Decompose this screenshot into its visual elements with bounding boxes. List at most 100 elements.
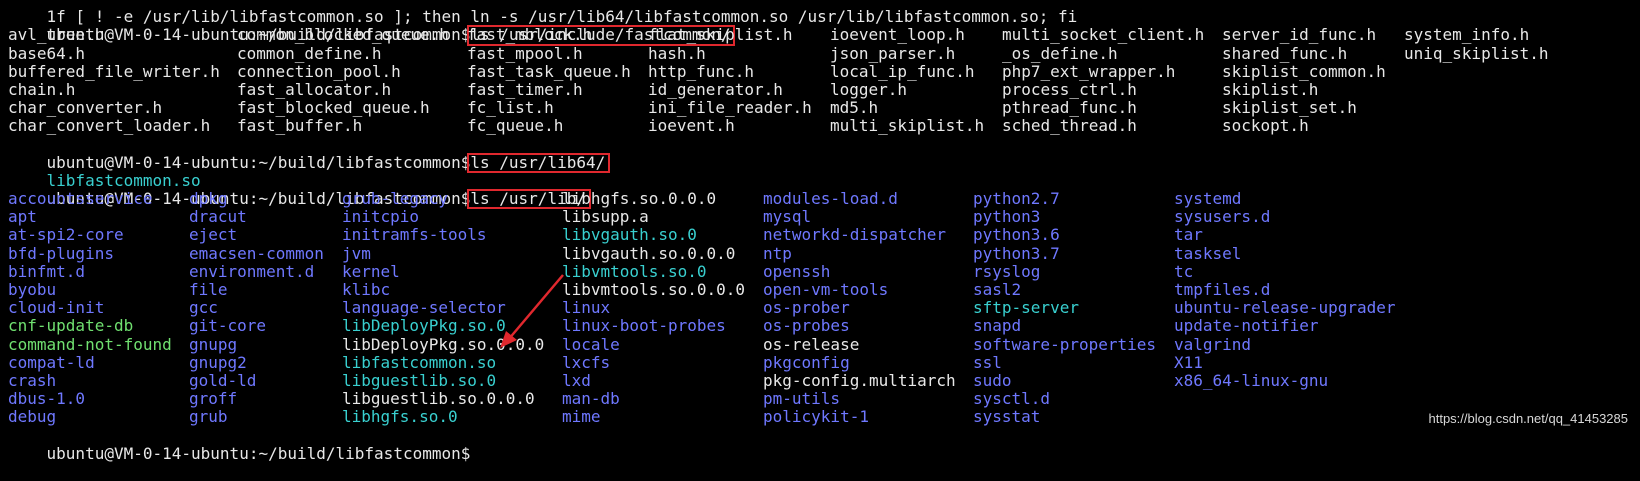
- lib-entry-dir: networkd-dispatcher: [763, 225, 947, 245]
- lib-entry-dir: initcpio: [342, 207, 420, 227]
- header-file-entry: json_parser.h: [830, 43, 956, 63]
- lib-listing-row: crash gold-ld libguestlib.so.0 lxd pkg-confi…: [8, 370, 1640, 390]
- include-listing-row: char_converter.h fast_blocked_queue.h fc_l…: [8, 98, 1640, 118]
- header-file-entry: multi_skiplist.h: [830, 116, 985, 136]
- header-file-entry: hash.h: [648, 43, 706, 63]
- lib-entry-file: libvgauth.so.0.0.0: [562, 243, 736, 263]
- lib-entry-dir: sysusers.d: [1174, 207, 1271, 227]
- terminal-line-prompt-2: ubuntu@VM-0-14-ubuntu:~/build/libfastcom…: [8, 136, 1640, 173]
- header-file-entry: shared_func.h: [1222, 43, 1348, 63]
- lib-listing-row: at-spi2-core eject initramfs-tools libvgaut…: [8, 226, 1640, 244]
- lib-listing-row: binfmt.d environment.d kernel libvmtools.so…: [8, 262, 1640, 281]
- lib-listing-row: bfd-plugins emacsen-common jvm libvgauth.so…: [8, 243, 1640, 263]
- lib-entry-file: libvmtools.so.0.0.0: [562, 280, 746, 299]
- lib-entry-dir: os-probes: [763, 316, 850, 336]
- lib-listing-row: compat-ld gnupg2 libfastcommon.so lxcfs pkgc…: [8, 352, 1640, 372]
- lib-entry-dir: grub: [189, 407, 228, 427]
- header-file-entry: fast_blocked_queue.h: [237, 98, 430, 118]
- lib-entry-dir: gnupg2: [189, 352, 247, 372]
- lib-entry-dir: python3.6: [973, 225, 1060, 245]
- lib-entry-dir: eject: [189, 225, 238, 245]
- lib-entry-dir: dracut: [189, 207, 247, 227]
- header-file-entry: common_define.h: [237, 43, 382, 63]
- lib-entry-link: libvgauth.so.0: [562, 225, 697, 245]
- lib-entry-dir: tmpfiles.d: [1174, 280, 1271, 299]
- lib-entry-dir: policykit-1: [763, 407, 869, 427]
- lib-entry-dir: locale: [562, 334, 620, 354]
- lib-entry-dir: grub-legacy: [342, 189, 448, 209]
- header-file-entry: system_info.h: [1404, 25, 1530, 45]
- lib-entry-dir: sudo: [973, 370, 1012, 390]
- lib-listing-row: apt dracut initcpio libsupp.a mysql python3 sy…: [8, 208, 1640, 226]
- lib-entry-dir: at-spi2-core: [8, 225, 124, 245]
- header-file-entry: pthread_func.h: [1002, 98, 1137, 118]
- lib-entry-dir: mysql: [763, 207, 812, 227]
- terminal-line-top-clipped: 1f [ ! -e /usr/lib/libfastcommon.so ]; t…: [8, 0, 1640, 26]
- lib-entry-dir: language-selector: [342, 298, 506, 318]
- lib-entry-dir: sasl2: [973, 280, 1022, 299]
- header-file-entry: ioevent_loop.h: [830, 25, 965, 45]
- lib-entry-link: sftp-server: [973, 298, 1079, 318]
- header-file-entry: process_ctrl.h: [1002, 79, 1137, 99]
- lib-entry-dir: klibc: [342, 280, 391, 299]
- lib-entry-dir: tar: [1174, 225, 1203, 245]
- include-listing-row: char_convert_loader.h fast_buffer.h fc_que…: [8, 117, 1640, 135]
- header-file-entry: fc_queue.h: [467, 116, 564, 136]
- lib-entry-file: os-release: [763, 334, 860, 354]
- header-file-entry: common_blocked_queue.h: [237, 25, 449, 45]
- lib-entry-dir: debug: [8, 407, 57, 427]
- lib-entry-dir: update-notifier: [1174, 316, 1319, 336]
- header-file-entry: ini_file_reader.h: [648, 98, 812, 118]
- include-listing-row: chain.h fast_allocator.h fast_timer.h id_ge…: [8, 79, 1640, 99]
- header-file-entry: sched_thread.h: [1002, 116, 1137, 136]
- lib-entry-dir: compat-ld: [8, 352, 95, 372]
- header-file-entry: chain.h: [8, 79, 76, 99]
- header-file-entry: logger.h: [830, 79, 908, 99]
- lib-entry-dir: gold-ld: [189, 370, 257, 390]
- lib-entry-dir: gcc: [189, 298, 218, 318]
- lib-listing-row: cnf-update-db git-core libDeployPkg.so.0 li…: [8, 317, 1640, 335]
- lib-entry-link: libDeployPkg.so.0: [342, 316, 506, 336]
- include-listing-row: buffered_file_writer.h connection_pool.h f…: [8, 61, 1640, 81]
- lib-entry-dir: lxd: [562, 370, 591, 390]
- lib-entry-dir: systemd: [1174, 189, 1242, 209]
- lib-entry-dir: file: [189, 280, 228, 299]
- header-file-entry: fc_list.h: [467, 98, 554, 118]
- lib-entry-dir: apt: [8, 207, 37, 227]
- lib-entry-dir: man-db: [562, 389, 620, 409]
- lib-entry-dir: ubuntu-release-upgrader: [1174, 298, 1396, 318]
- terminal-line-prompt-3: ubuntu@VM-0-14-ubuntu:~/build/libfastcom…: [8, 172, 1640, 210]
- lib-entry-dir: gnupg: [189, 334, 238, 354]
- header-file-entry: skiplist.h: [1222, 79, 1319, 99]
- lib-entry-dir: python3: [973, 207, 1041, 227]
- header-file-entry: fast_task_queue.h: [467, 61, 631, 81]
- lib-entry-dir: pkgconfig: [763, 352, 850, 372]
- lib-entry-dir: python3.7: [973, 243, 1060, 263]
- header-file-entry: avl_tree.h: [8, 25, 105, 45]
- lib-entry-dir: X11: [1174, 352, 1203, 372]
- lib-listing: accountsservice dpkg grub-legacy libhgfs.so…: [8, 189, 1640, 426]
- include-listing-row: base64.h common_define.h fast_mpool.h hash.…: [8, 43, 1640, 63]
- lib-entry-dir: accountsservice: [8, 189, 153, 209]
- header-file-entry: ioevent.h: [648, 116, 735, 136]
- header-file-entry: http_func.h: [648, 61, 754, 81]
- lib-entry-dir: emacsen-common: [189, 243, 324, 263]
- header-file-entry: flat_skiplist.h: [648, 25, 793, 45]
- lib-entry-file: libguestlib.so.0.0.0: [342, 389, 535, 409]
- lib-entry-dir: modules-load.d: [763, 189, 898, 209]
- lib-entry-link: libguestlib.so.0: [342, 370, 497, 390]
- header-file-entry: skiplist_set.h: [1222, 98, 1357, 118]
- lib-entry-dir: initramfs-tools: [342, 225, 487, 245]
- lib-listing-row: dbus-1.0 groff libguestlib.so.0.0.0 man-db p…: [8, 389, 1640, 409]
- header-file-entry: fast_allocator.h: [237, 79, 392, 99]
- terminal-window[interactable]: 1f [ ! -e /usr/lib/libfastcommon.so ]; t…: [0, 0, 1640, 463]
- watermark: https://blog.csdn.net/qq_41453285: [1428, 410, 1629, 426]
- lib-listing-row: debug grub libhgfs.so.0 mime policykit-1 syss…: [8, 408, 1640, 426]
- lib-entry-dir: open-vm-tools: [763, 280, 889, 299]
- header-file-entry: char_convert_loader.h: [8, 116, 211, 136]
- include-listing-row: avl_tree.h common_blocked_queue.h fast_mbl…: [8, 26, 1640, 44]
- lib-entry-dir: jvm: [342, 243, 371, 263]
- lib-entry-dir: ntp: [763, 243, 792, 263]
- lib-listing-row: cloud-init gcc language-selector linux os-pr…: [8, 298, 1640, 318]
- header-file-entry: md5.h: [830, 98, 879, 118]
